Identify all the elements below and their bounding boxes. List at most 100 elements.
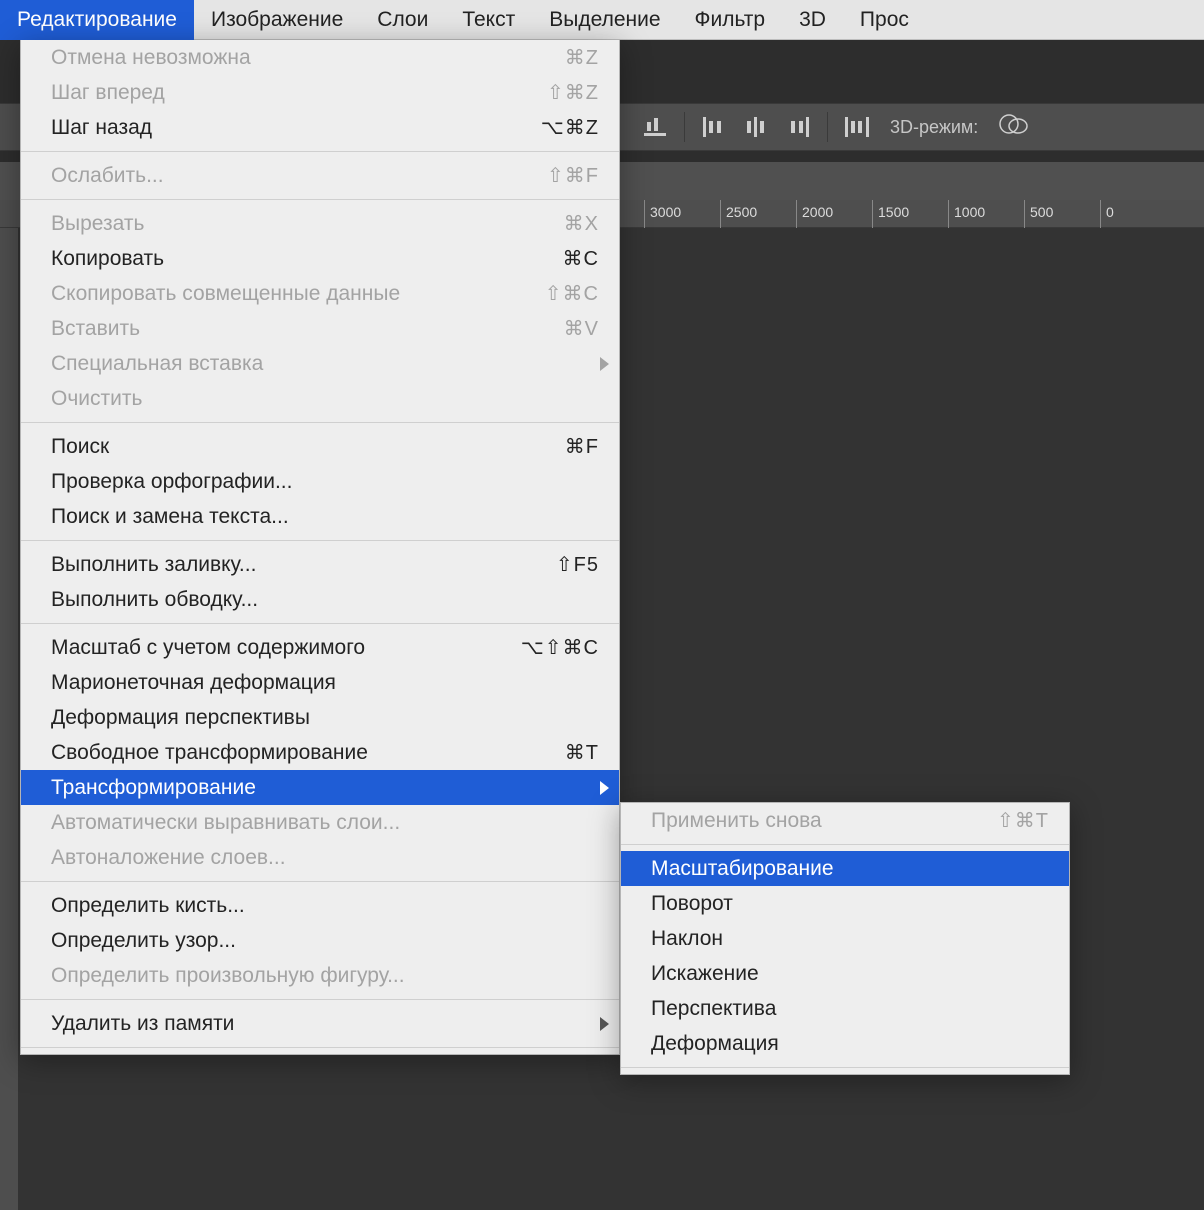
submenu-item-label: Наклон (651, 927, 1049, 951)
menu-item-stroke[interactable]: Выполнить обводку... (21, 582, 619, 617)
menu-item-define-brush[interactable]: Определить кисть... (21, 888, 619, 923)
submenu-item-skew[interactable]: Наклон (621, 921, 1069, 956)
ruler-tick: 3000 (650, 204, 681, 220)
menu-separator (621, 1067, 1069, 1068)
menu-item-label: Ослабить... (51, 164, 547, 188)
menu-filter[interactable]: Фильтр (678, 0, 783, 40)
menu-item-label: Марионеточная деформация (51, 671, 599, 695)
ruler-mark (1024, 200, 1025, 228)
submenu-item-label: Масштабирование (651, 857, 1049, 881)
submenu-item-scale[interactable]: Масштабирование (621, 851, 1069, 886)
menu-separator (21, 540, 619, 541)
menu-item-copy[interactable]: Копировать⌘C (21, 241, 619, 276)
menu-item-label: Шаг назад (51, 116, 541, 140)
align-bottom-icon[interactable] (640, 112, 670, 142)
menu-item-paste-special[interactable]: Специальная вставка (21, 346, 619, 381)
menu-item-cut[interactable]: Вырезать⌘X (21, 206, 619, 241)
menu-item-label: Отмена невозможна (51, 46, 565, 70)
shortcut-label: ⌘T (565, 740, 599, 765)
menu-item-label: Свободное трансформирование (51, 741, 565, 765)
menu-select[interactable]: Выделение (532, 0, 677, 40)
ruler-tick: 2000 (802, 204, 833, 220)
menu-item-define-custom-shape[interactable]: Определить произвольную фигуру... (21, 958, 619, 993)
menu-item-label: Поиск (51, 435, 565, 459)
menu-item-label: Поиск и замена текста... (51, 505, 599, 529)
menu-item-paste[interactable]: Вставить⌘V (21, 311, 619, 346)
menu-item-undo[interactable]: Отмена невозможна⌘Z (21, 40, 619, 75)
submenu-arrow-icon (600, 781, 609, 795)
menu-layers[interactable]: Слои (360, 0, 445, 40)
edit-menu-dropdown: Отмена невозможна⌘Z Шаг вперед⇧⌘Z Шаг на… (20, 40, 620, 1055)
menu-separator (21, 623, 619, 624)
menu-item-content-aware-scale[interactable]: Масштаб с учетом содержимого⌥⇧⌘C (21, 630, 619, 665)
menu-item-fill[interactable]: Выполнить заливку...⇧F5 (21, 547, 619, 582)
3d-mode-label: 3D-режим: (890, 117, 978, 138)
menu-view-truncated[interactable]: Прос (843, 0, 926, 40)
ruler-mark (872, 200, 873, 228)
menu-item-check-spelling[interactable]: Проверка орфографии... (21, 464, 619, 499)
menu-item-label: Удалить из памяти (51, 1012, 599, 1036)
vertical-ruler (0, 228, 18, 1210)
menu-item-step-forward[interactable]: Шаг вперед⇧⌘Z (21, 75, 619, 110)
submenu-item-warp[interactable]: Деформация (621, 1026, 1069, 1061)
menu-item-perspective-warp[interactable]: Деформация перспективы (21, 700, 619, 735)
menu-item-auto-blend[interactable]: Автоналожение слоев... (21, 840, 619, 875)
menu-text[interactable]: Текст (445, 0, 532, 40)
menu-label: Слои (377, 8, 428, 32)
menu-label: Прос (860, 8, 909, 32)
menu-item-label: Определить узор... (51, 929, 599, 953)
menu-item-clear[interactable]: Очистить (21, 381, 619, 416)
distribute-horizontal-center-icon[interactable] (741, 112, 771, 142)
shortcut-label: ⇧⌘C (545, 281, 599, 306)
menu-item-label: Выполнить заливку... (51, 553, 556, 577)
submenu-item-label: Деформация (651, 1032, 1049, 1056)
menu-3d[interactable]: 3D (782, 0, 843, 40)
menu-separator (21, 199, 619, 200)
menu-label: Фильтр (695, 8, 766, 32)
ruler-mark (1100, 200, 1101, 228)
distribute-horizontal-right-icon[interactable] (783, 112, 813, 142)
menu-item-auto-align[interactable]: Автоматически выравнивать слои... (21, 805, 619, 840)
menu-item-label: Вырезать (51, 212, 564, 236)
menu-item-label: Автоналожение слоев... (51, 846, 599, 870)
shortcut-label: ⌘F (565, 434, 599, 459)
menu-item-copy-merged[interactable]: Скопировать совмещенные данные⇧⌘C (21, 276, 619, 311)
submenu-item-apply-again[interactable]: Применить снова⇧⌘T (621, 803, 1069, 838)
menu-edit[interactable]: Редактирование (0, 0, 194, 40)
menu-image[interactable]: Изображение (194, 0, 360, 40)
menu-item-label: Определить произвольную фигуру... (51, 964, 599, 988)
distribute-spacing-icon[interactable] (842, 112, 872, 142)
submenu-item-perspective[interactable]: Перспектива (621, 991, 1069, 1026)
menu-label: Выделение (549, 8, 660, 32)
ruler-mark (948, 200, 949, 228)
ruler-mark (796, 200, 797, 228)
menu-separator (621, 844, 1069, 845)
ruler-mark (644, 200, 645, 228)
menu-item-search[interactable]: Поиск⌘F (21, 429, 619, 464)
submenu-item-distort[interactable]: Искажение (621, 956, 1069, 991)
menu-label: Текст (462, 8, 515, 32)
menu-item-label: Вставить (51, 317, 564, 341)
menu-item-transform[interactable]: Трансформирование (21, 770, 619, 805)
options-divider (684, 112, 685, 142)
menu-item-label: Трансформирование (51, 776, 599, 800)
menu-item-step-backward[interactable]: Шаг назад⌥⌘Z (21, 110, 619, 145)
menu-item-label: Проверка орфографии... (51, 470, 599, 494)
orbit-3d-icon[interactable] (998, 113, 1028, 141)
menu-item-label: Копировать (51, 247, 563, 271)
menu-item-label: Очистить (51, 387, 599, 411)
menu-item-puppet-warp[interactable]: Марионеточная деформация (21, 665, 619, 700)
menu-item-purge[interactable]: Удалить из памяти (21, 1006, 619, 1041)
transform-submenu: Применить снова⇧⌘T Масштабирование Повор… (620, 802, 1070, 1075)
submenu-item-rotate[interactable]: Поворот (621, 886, 1069, 921)
menu-item-fade[interactable]: Ослабить...⇧⌘F (21, 158, 619, 193)
shortcut-label: ⌘C (563, 246, 599, 271)
menu-separator (21, 999, 619, 1000)
menu-item-free-transform[interactable]: Свободное трансформирование⌘T (21, 735, 619, 770)
distribute-horizontal-left-icon[interactable] (699, 112, 729, 142)
menu-item-define-pattern[interactable]: Определить узор... (21, 923, 619, 958)
menu-item-find-replace[interactable]: Поиск и замена текста... (21, 499, 619, 534)
submenu-arrow-icon (600, 1017, 609, 1031)
shortcut-label: ⇧⌘F (547, 163, 599, 188)
ruler-mark (720, 200, 721, 228)
